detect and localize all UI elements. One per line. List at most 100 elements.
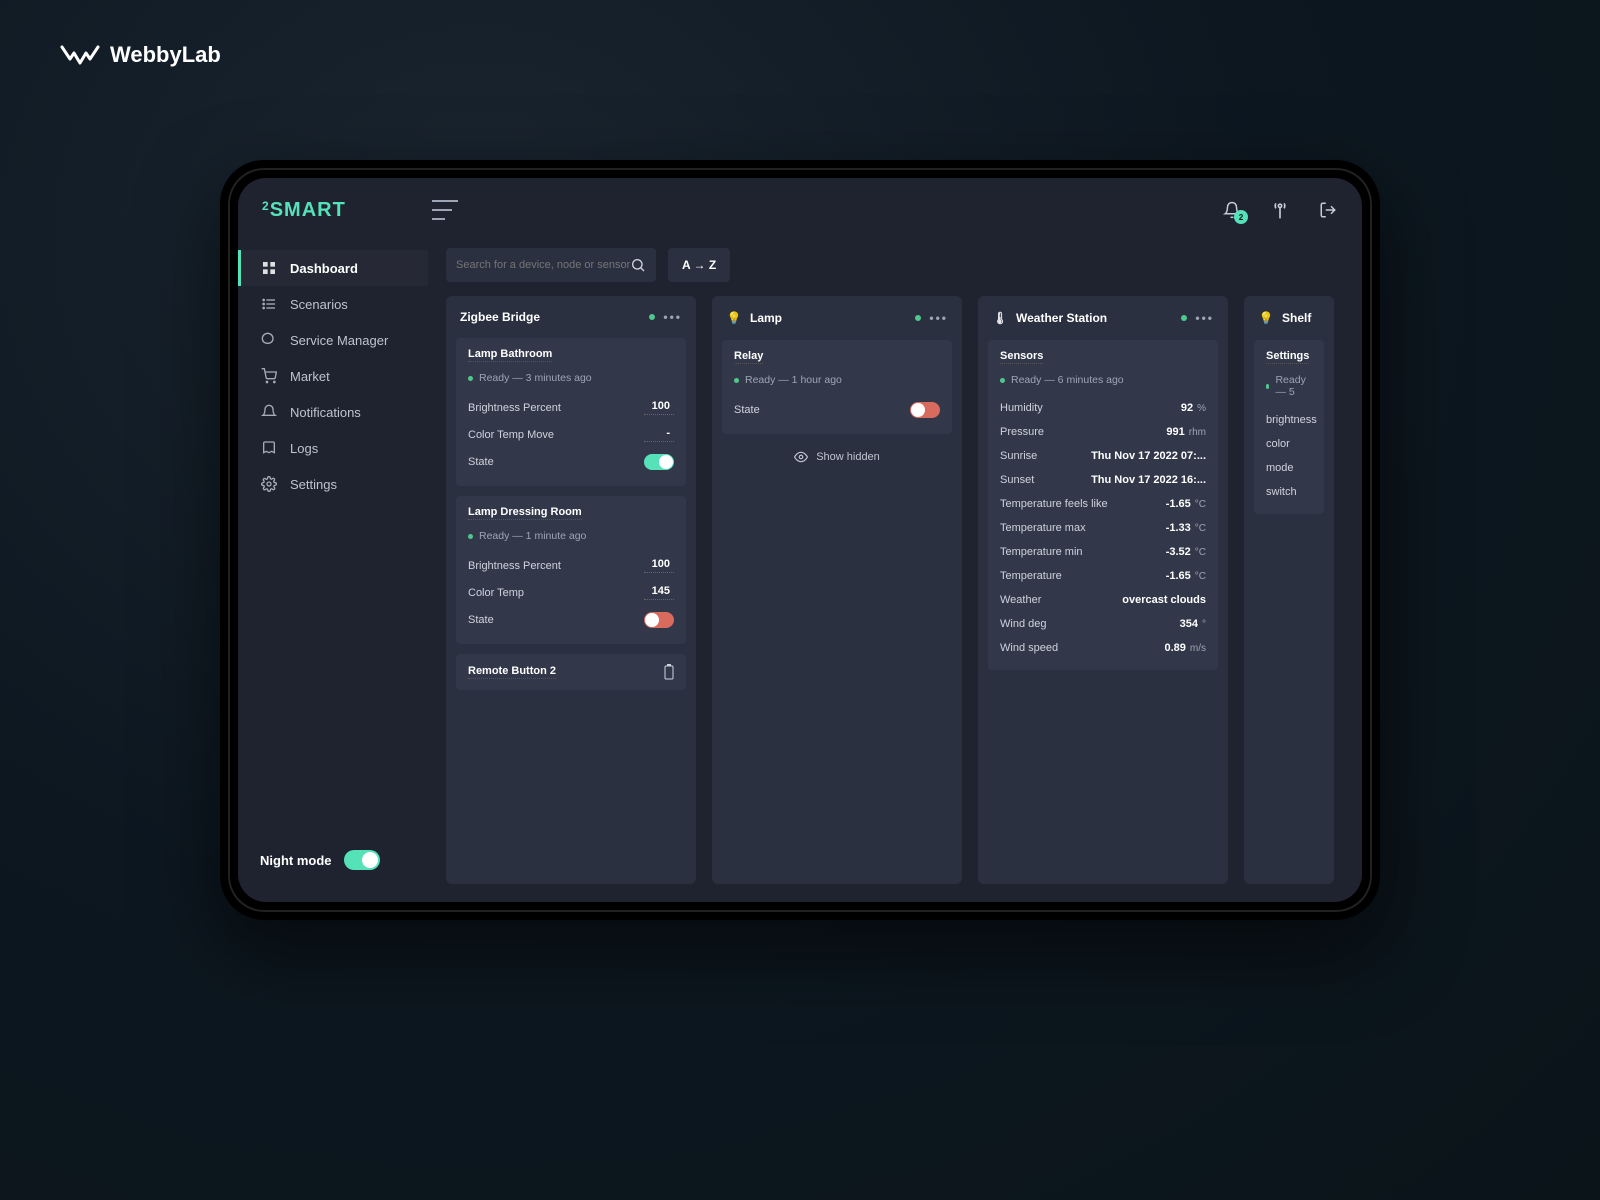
bell-icon [260,403,278,421]
notification-badge: 2 [1234,210,1248,224]
state-toggle[interactable] [644,454,674,470]
show-hidden-label: Show hidden [816,451,880,463]
sidebar-item-label: Dashboard [290,261,358,276]
card-title: Weather Station [1016,311,1107,325]
sub-status: Ready — 1 hour ago [745,374,842,386]
row-label: State [468,614,494,626]
row-label: Color Temp [468,587,524,599]
status-dot [649,314,655,320]
app-logo-prefix: 2 [262,199,270,213]
sort-button[interactable]: A → Z [668,248,730,282]
sub-lamp-bathroom: Lamp Bathroom Ready — 3 minutes ago Brig… [456,338,686,486]
notifications-icon[interactable]: 2 [1222,200,1242,220]
row-value[interactable]: - [644,427,674,442]
dashboard-icon [260,259,278,277]
sub-status: Ready — 6 minutes ago [1011,374,1124,386]
sub-relay: Relay Ready — 1 hour ago State [722,340,952,434]
card-menu-icon[interactable]: ••• [929,311,948,325]
row-label: Sunset [1000,474,1034,486]
sidebar-item-service-manager[interactable]: Service Manager [238,322,428,358]
menu-icon[interactable] [432,200,458,220]
card-menu-icon[interactable]: ••• [1195,311,1214,325]
row-unit: m/s [1190,643,1206,654]
sidebar-item-label: Market [290,369,330,384]
sidebar-item-label: Scenarios [290,297,348,312]
topbar: 2SMART 2 [238,178,1362,242]
webbylab-icon [60,42,100,68]
app-logo: 2SMART [262,199,432,222]
service-icon [260,331,278,349]
row-label: Humidity [1000,402,1043,414]
state-toggle[interactable] [910,402,940,418]
sub-status: Ready — 3 minutes ago [479,372,592,384]
sidebar-item-scenarios[interactable]: Scenarios [238,286,428,322]
lamp-icon: 💡 [726,310,742,326]
row-value: -1.65 [1166,498,1191,510]
eye-icon [794,450,808,464]
search-icon [630,257,646,273]
row-label: mode [1266,462,1294,474]
row-label: Wind deg [1000,618,1046,630]
sidebar-item-notifications[interactable]: Notifications [238,394,428,430]
status-dot [915,315,921,321]
row-value: overcast clouds [1122,594,1206,606]
sidebar: Dashboard Scenarios Service Manager Mark… [238,242,428,902]
row-label: Brightness Percent [468,402,561,414]
row-value[interactable]: 100 [644,558,674,573]
row-label: Temperature feels like [1000,498,1108,510]
logout-icon[interactable] [1318,200,1338,220]
logs-icon [260,439,278,457]
sidebar-item-dashboard[interactable]: Dashboard [238,250,428,286]
row-value[interactable]: 145 [644,585,674,600]
sub-title: Lamp Dressing Room [468,506,582,520]
antenna-icon[interactable] [1270,200,1290,220]
app-logo-text: SMART [270,199,346,221]
sidebar-item-logs[interactable]: Logs [238,430,428,466]
row-label: Sunrise [1000,450,1037,462]
row-label: State [734,404,760,416]
row-label: switch [1266,486,1297,498]
row-value[interactable]: 100 [644,400,674,415]
sidebar-item-settings[interactable]: Settings [238,466,428,502]
row-unit: °C [1195,499,1206,510]
search-input[interactable] [456,259,630,271]
sub-status: Ready — 5 [1275,374,1312,398]
show-hidden-button[interactable]: Show hidden [722,444,952,468]
card-weather: 🌡 Weather Station ••• Sensors Ready — 6 mi… [978,296,1228,884]
row-value: -1.33 [1166,522,1191,534]
search-box[interactable] [446,248,656,282]
card-menu-icon[interactable]: ••• [663,310,682,324]
row-value: 354 [1180,618,1198,630]
row-value: Thu Nov 17 2022 16:... [1091,474,1206,486]
sub-title: Lamp Bathroom [468,348,552,362]
weather-icon: 🌡 [992,310,1008,326]
status-dot [1181,315,1187,321]
battery-icon [664,664,674,680]
scenarios-icon [260,295,278,313]
row-unit: rhm [1189,427,1206,438]
row-label: Temperature max [1000,522,1086,534]
sidebar-item-label: Service Manager [290,333,388,348]
row-label: Weather [1000,594,1041,606]
row-unit: % [1197,403,1206,414]
row-label: Color Temp Move [468,429,554,441]
app-screen: 2SMART 2 Dashboard Scenarios [238,178,1362,902]
sub-title: Settings [1266,350,1309,364]
shelf-icon: 💡 [1258,310,1274,326]
state-toggle[interactable] [644,612,674,628]
row-label: Pressure [1000,426,1044,438]
row-unit: °C [1195,523,1206,534]
row-label: Brightness Percent [468,560,561,572]
row-unit: °C [1195,547,1206,558]
card-title: Shelf [1282,311,1311,325]
sidebar-item-market[interactable]: Market [238,358,428,394]
night-mode: Night mode [238,850,428,870]
row-value: 0.89 [1164,642,1185,654]
row-unit: ° [1202,619,1206,630]
night-mode-toggle[interactable] [344,850,380,870]
row-value: Thu Nov 17 2022 07:... [1091,450,1206,462]
sub-sensors: Sensors Ready — 6 minutes ago Humidity92… [988,340,1218,670]
card-title: Zigbee Bridge [460,310,540,324]
market-icon [260,367,278,385]
row-value: -1.65 [1166,570,1191,582]
